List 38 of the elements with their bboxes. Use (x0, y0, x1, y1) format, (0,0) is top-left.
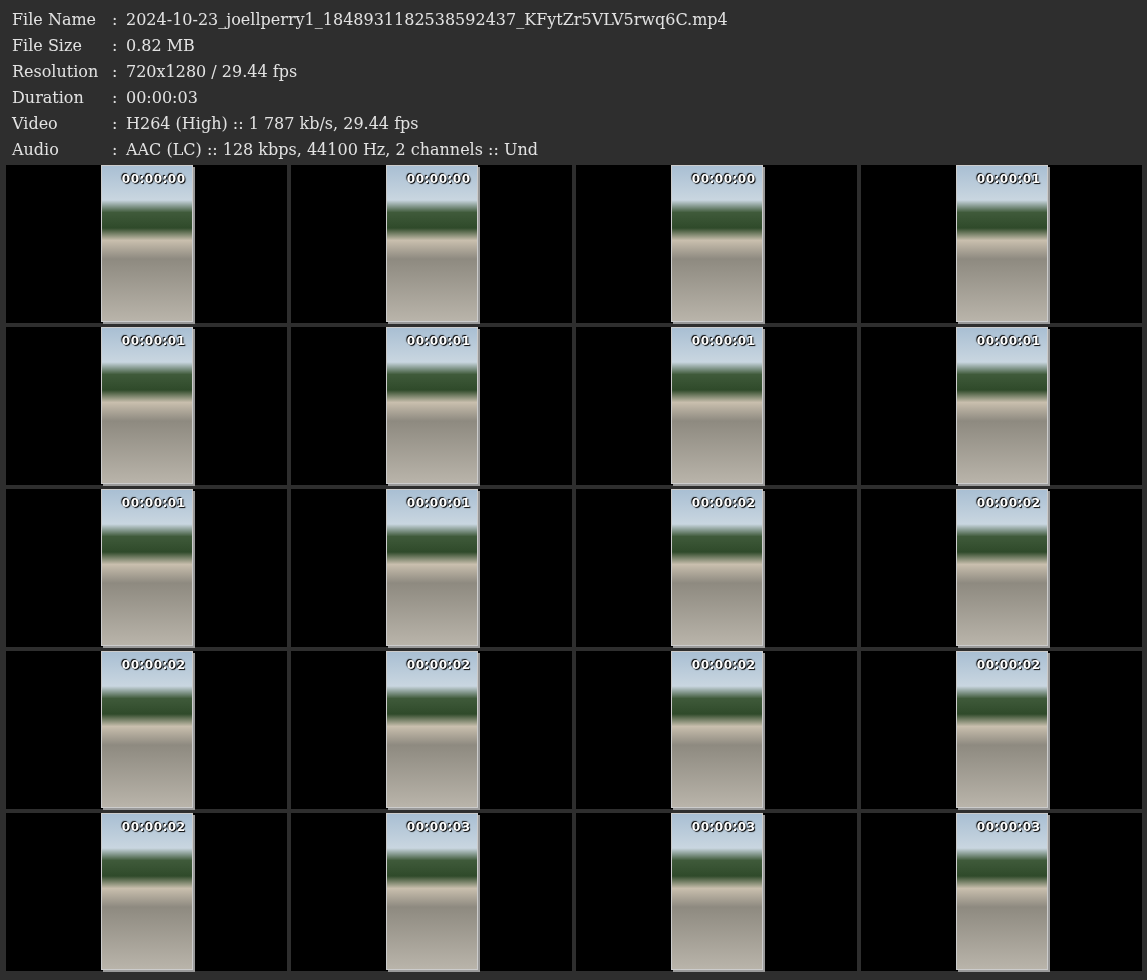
timestamp: 00:00:02 (976, 496, 1041, 510)
timestamp: 00:00:01 (406, 496, 471, 510)
timestamp: 00:00:02 (976, 658, 1041, 672)
info-separator: : (112, 35, 119, 55)
info-label: File Size (12, 35, 83, 55)
info-separator: : (112, 87, 119, 107)
info-label: Audio (12, 139, 60, 159)
info-value: H264 (High) :: 1 787 kb/s, 29.44 fps (126, 113, 420, 133)
timestamp: 00:00:01 (691, 334, 756, 348)
timestamp: 00:00:02 (691, 496, 756, 510)
timestamp: 00:00:00 (121, 172, 186, 186)
timestamp: 00:00:00 (691, 172, 756, 186)
info-label: Resolution (12, 61, 100, 81)
info-separator: : (112, 113, 119, 133)
info-value: AAC (LC) :: 128 kbps, 44100 Hz, 2 channels :: Und (126, 139, 539, 159)
info-separator: : (112, 139, 119, 159)
info-label: Duration (12, 87, 85, 107)
timestamp: 00:00:01 (976, 334, 1041, 348)
timestamp: 00:00:01 (121, 334, 186, 348)
timestamp: 00:00:02 (691, 658, 756, 672)
info-value: 2024-10-23_joellperry1_1848931182538592437_KFytZr5VLV5rwq6C.mp4 (126, 9, 728, 29)
info-value: 00:00:03 (126, 87, 199, 107)
timestamp: 00:00:02 (406, 658, 471, 672)
info-value: 0.82 MB (126, 35, 196, 55)
info-label: File Name (12, 9, 98, 29)
info-value: 720x1280 / 29.44 fps (126, 61, 299, 81)
info-separator: : (112, 9, 119, 29)
timestamp: 00:00:03 (406, 820, 471, 834)
timestamp: 00:00:02 (121, 820, 186, 834)
info-separator: : (112, 61, 119, 81)
timestamp: 00:00:01 (976, 172, 1041, 186)
timestamp: 00:00:03 (691, 820, 756, 834)
timestamp: 00:00:01 (121, 496, 186, 510)
info-label: Video (12, 113, 59, 133)
timestamp: 00:00:03 (976, 820, 1041, 834)
timestamp: 00:00:00 (406, 172, 471, 186)
timestamp: 00:00:02 (121, 658, 186, 672)
timestamp: 00:00:01 (406, 334, 471, 348)
